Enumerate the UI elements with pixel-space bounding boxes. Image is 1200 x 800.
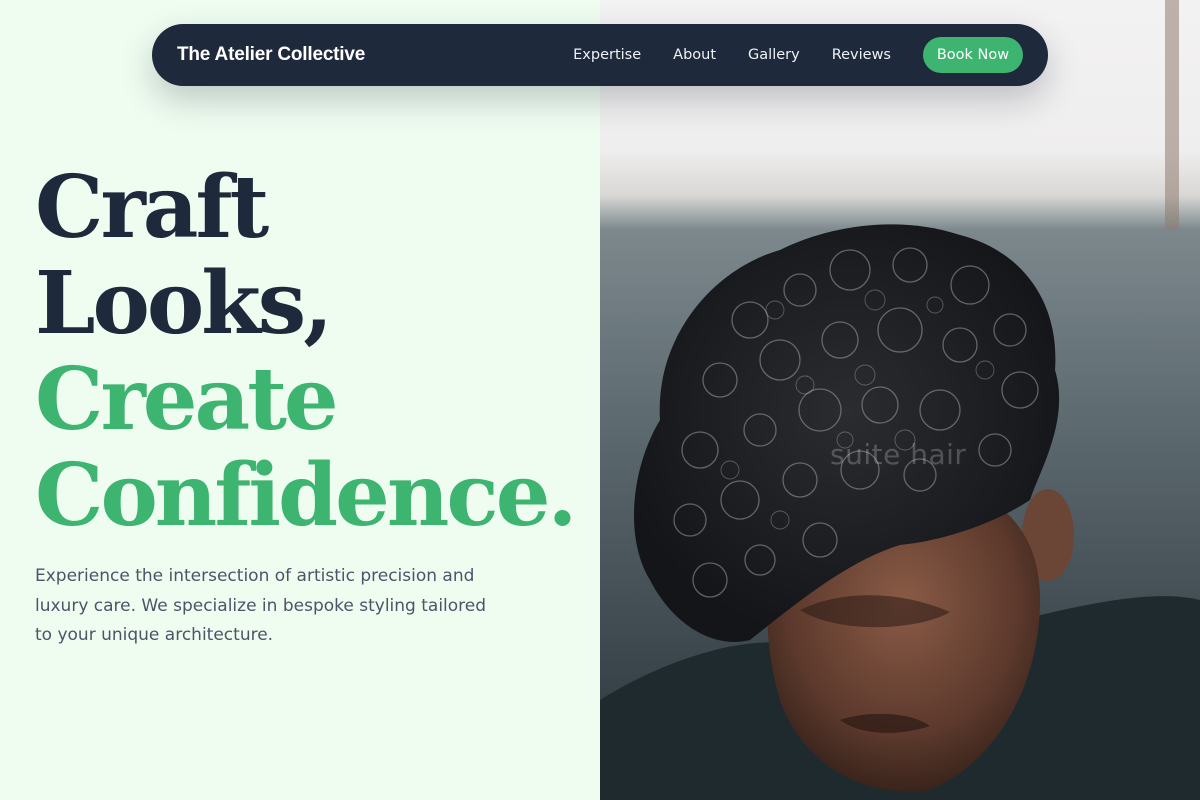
book-now-button[interactable]: Book Now — [923, 37, 1023, 73]
hero-description: Experience the intersection of artistic … — [35, 566, 487, 645]
nav-link-reviews[interactable]: Reviews — [832, 47, 891, 63]
nav-link-gallery[interactable]: Gallery — [748, 47, 800, 63]
headline-line-2: Looks, — [35, 253, 333, 354]
nav-link-about[interactable]: About — [673, 47, 716, 63]
image-watermark: suite hair — [830, 438, 967, 471]
hero-headline: Craft Looks, Create Confidence. — [35, 157, 577, 546]
nav-link-expertise[interactable]: Expertise — [573, 47, 641, 63]
top-navbar: The Atelier Collective Expertise About G… — [152, 24, 1048, 86]
headline-line-3: Create — [35, 349, 339, 450]
headline-line-1: Craft — [35, 157, 269, 258]
hero-photo: suite hair — [600, 0, 1200, 800]
curly-hair-portrait-illustration — [600, 0, 1200, 800]
headline-line-4: Confidence. — [35, 445, 577, 546]
brand-logo-text[interactable]: The Atelier Collective — [177, 44, 365, 66]
nav-links: Expertise About Gallery Reviews Book Now — [573, 37, 1023, 73]
